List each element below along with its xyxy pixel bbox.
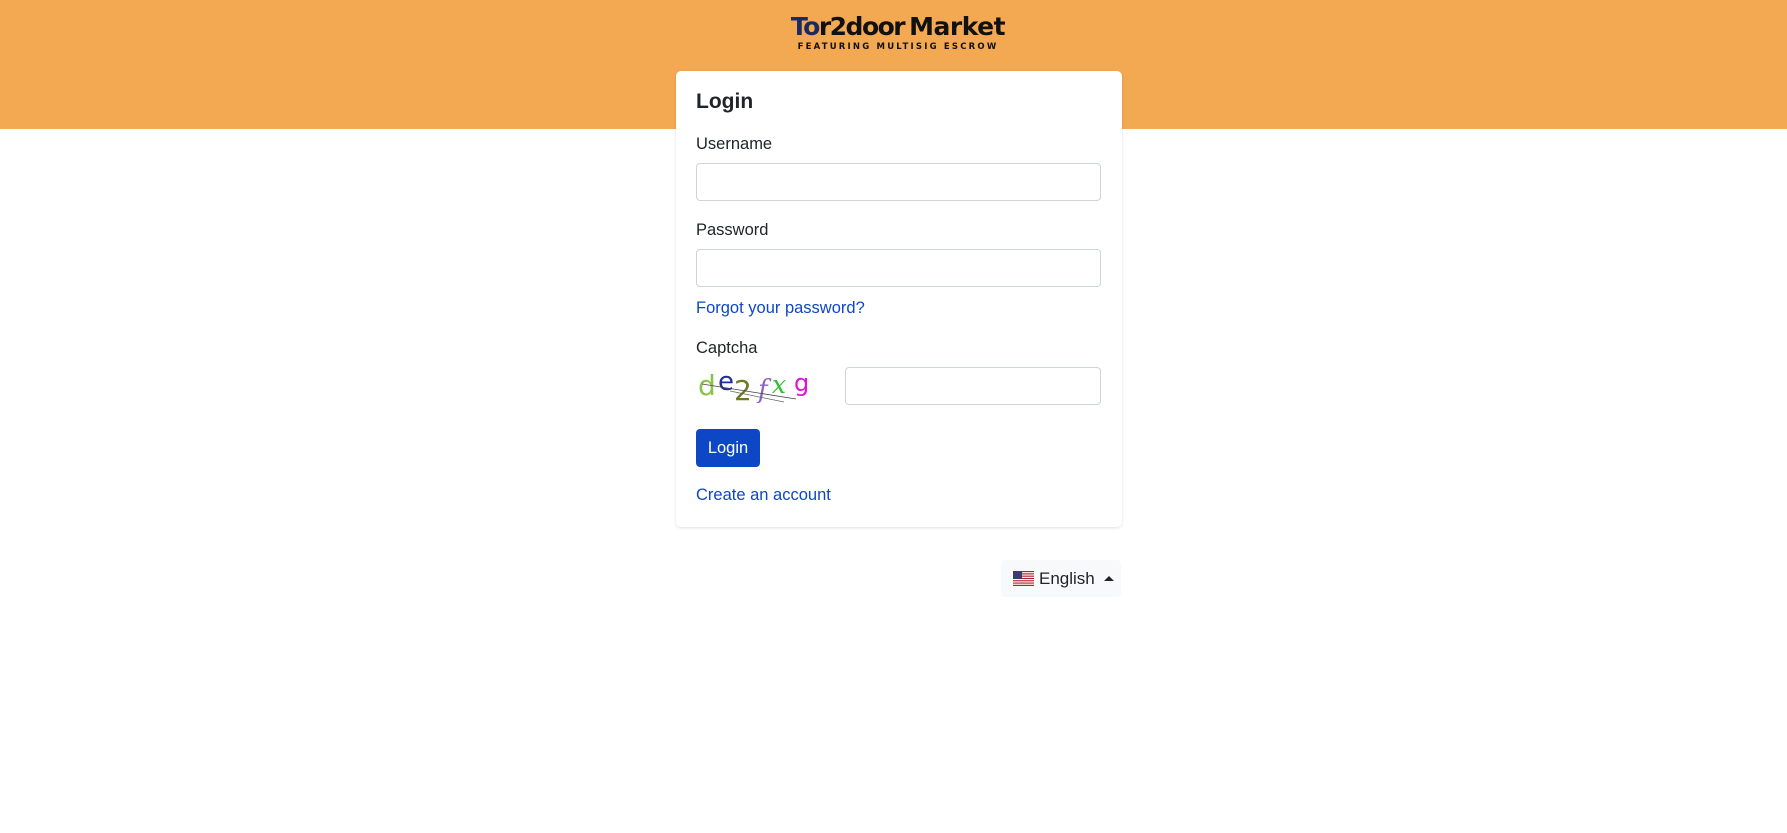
- us-flag-icon: [1013, 571, 1034, 586]
- logo-brand: Tor2door: [790, 12, 906, 41]
- logo-suffix: Market: [909, 12, 1006, 41]
- caret-up-icon: [1103, 576, 1114, 581]
- create-account-link[interactable]: Create an account: [696, 486, 831, 505]
- svg-text:g: g: [794, 369, 809, 397]
- forgot-password-link[interactable]: Forgot your password?: [696, 299, 865, 318]
- username-label: Username: [696, 135, 773, 153]
- language-selector[interactable]: English: [1001, 560, 1121, 597]
- login-card: Login Username Password Forgot your pass…: [676, 71, 1122, 527]
- password-input[interactable]: [696, 249, 1101, 287]
- username-input[interactable]: [696, 163, 1101, 201]
- password-label: Password: [696, 221, 769, 239]
- svg-text:x: x: [772, 370, 786, 399]
- captcha-image: d e 2 f x g: [698, 367, 809, 403]
- logo-tagline: FEATURING MULTISIG ESCROW: [797, 42, 999, 52]
- language-label: English: [1039, 568, 1095, 588]
- svg-text:2: 2: [734, 374, 752, 403]
- captcha-input[interactable]: [845, 367, 1101, 405]
- captcha-label: Captcha: [696, 339, 758, 357]
- site-logo[interactable]: Tor2door Market FEATURING MULTISIG ESCRO…: [791, 14, 1006, 54]
- svg-text:e: e: [718, 367, 734, 397]
- login-button[interactable]: Login: [696, 429, 760, 467]
- login-title: Login: [696, 90, 754, 113]
